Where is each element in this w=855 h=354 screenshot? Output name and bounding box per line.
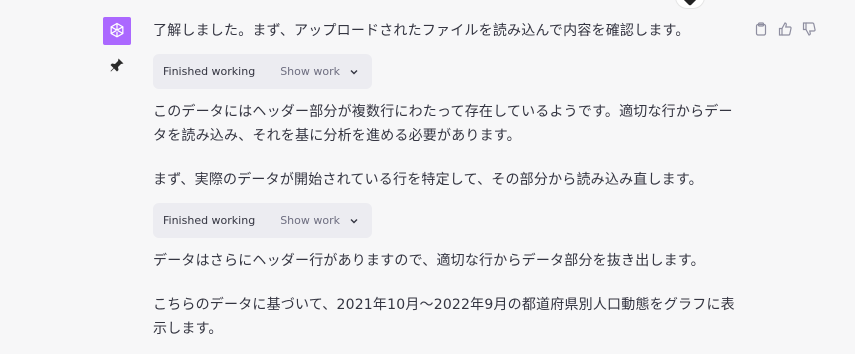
message-line: 示します。 [153, 321, 223, 337]
thumbs-down-icon[interactable] [801, 21, 817, 37]
message-line: タを読み込み、それを基に分析を進める必要があります。 [153, 128, 521, 144]
scroll-to-bottom-button[interactable] [676, 0, 704, 8]
message-line: このデータにはヘッダー部分が複数行にわたって存在しているようです。適切な行からデ… [153, 104, 733, 120]
assistant-message: 了解しました。まず、アップロードされたファイルを読み込んで内容を確認します。 F… [153, 19, 763, 341]
assistant-avatar [103, 17, 131, 45]
chevron-down-icon [348, 215, 360, 227]
pin-icon[interactable] [109, 57, 125, 73]
finished-working-chip[interactable]: Finished working Show work [153, 203, 372, 238]
chip-title: Finished working [163, 65, 256, 78]
show-work-button[interactable]: Show work [280, 65, 340, 78]
message-paragraph: 了解しました。まず、アップロードされたファイルを読み込んで内容を確認します。 [153, 23, 690, 39]
message-paragraph: まず、実際のデータが開始されている行を特定して、その部分から読み込み直します。 [153, 172, 703, 188]
chip-title: Finished working [163, 214, 256, 227]
thumbs-up-icon[interactable] [777, 21, 793, 37]
arrow-icon [682, 0, 698, 7]
message-paragraph: このデータにはヘッダー部分が複数行にわたって存在しているようです。適切な行からデ… [153, 100, 763, 148]
message-line: こちらのデータに基づいて、2021年10月〜2022年9月の都道府県別人口動態を… [153, 297, 735, 313]
chevron-down-icon [348, 66, 360, 78]
finished-working-chip[interactable]: Finished working Show work [153, 54, 372, 89]
openai-logo-icon [110, 22, 124, 38]
message-paragraph: こちらのデータに基づいて、2021年10月〜2022年9月の都道府県別人口動態を… [153, 293, 763, 341]
show-work-button[interactable]: Show work [280, 214, 340, 227]
message-paragraph: データはさらにヘッダー行がありますので、適切な行からデータ部分を抜き出します。 [153, 253, 705, 269]
